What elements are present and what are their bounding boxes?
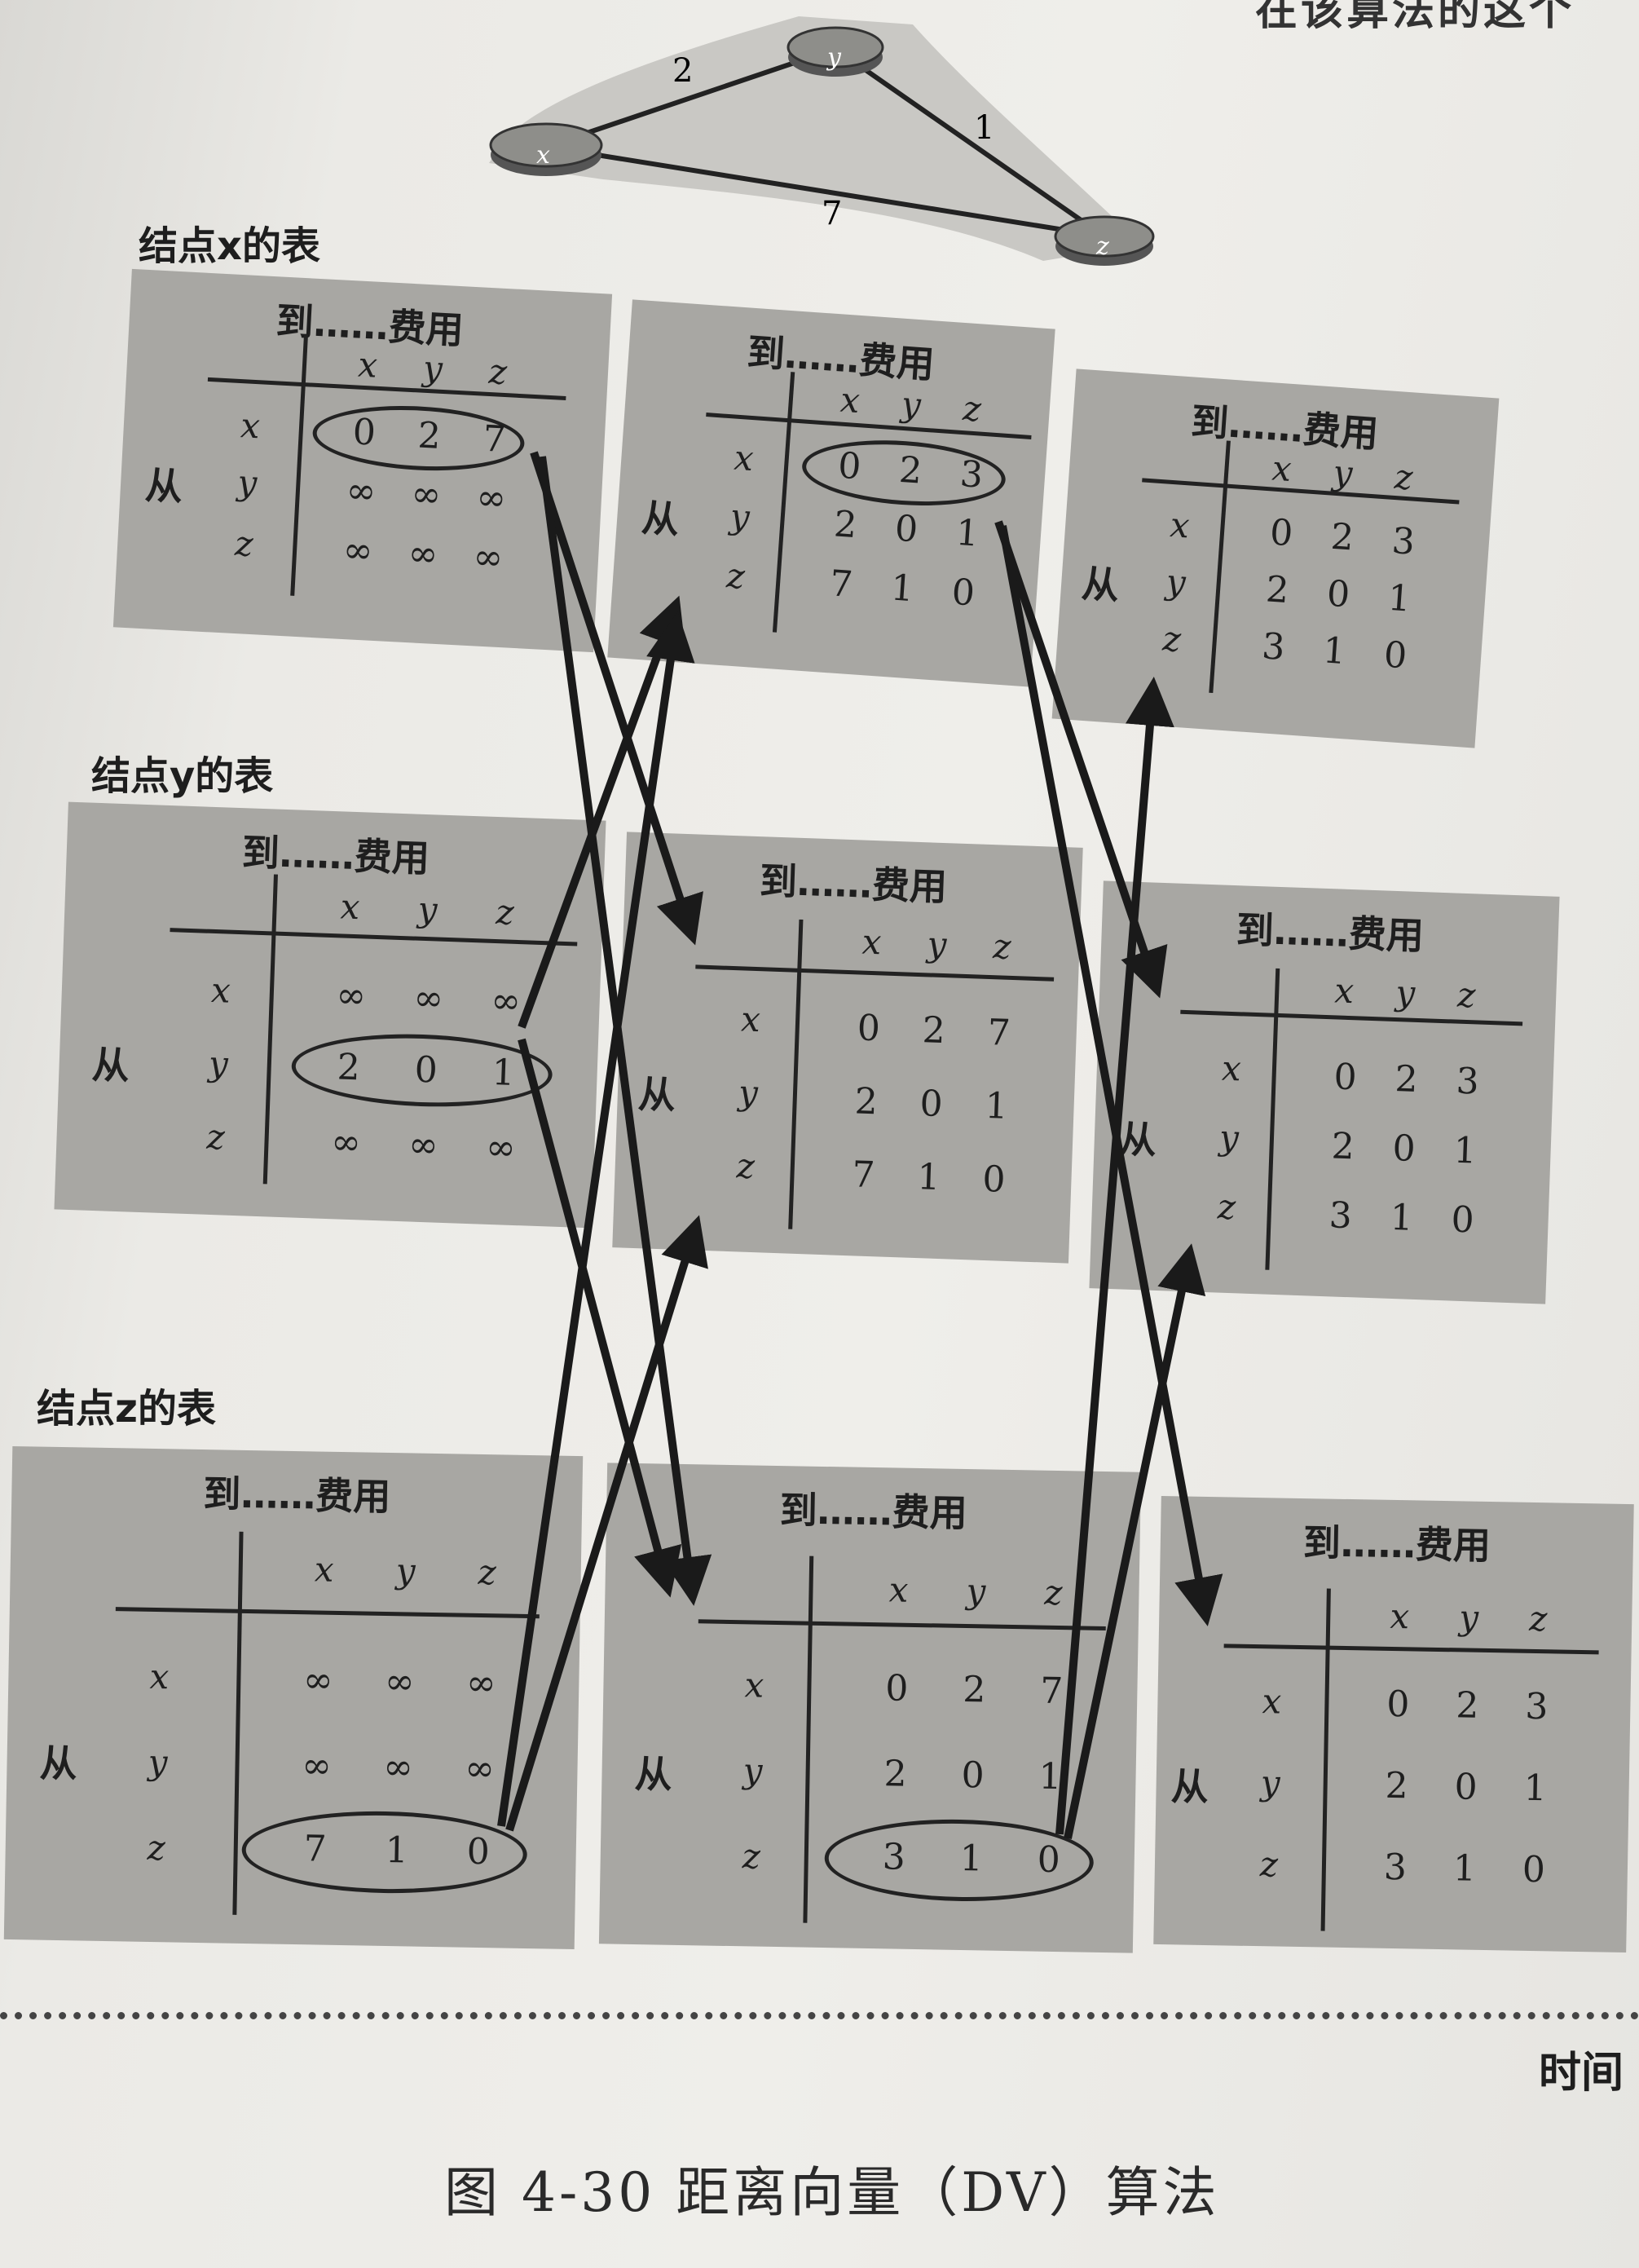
time-axis bbox=[0, 2012, 1639, 2019]
page: 在该算法的这个 x y z 2 1 7 结点x的表 结点y的表 结点z的表 到…… bbox=[0, 0, 1639, 2268]
message-arrows bbox=[497, 451, 1223, 1840]
arrow-z-to-y-t1 bbox=[505, 1215, 708, 1832]
arrow-x-to-z-t2 bbox=[998, 525, 1223, 1626]
time-label: 时间 bbox=[1539, 2049, 1624, 2098]
figure-caption: 图 4-30 距离向量（DV）算法 bbox=[444, 2161, 1220, 2224]
